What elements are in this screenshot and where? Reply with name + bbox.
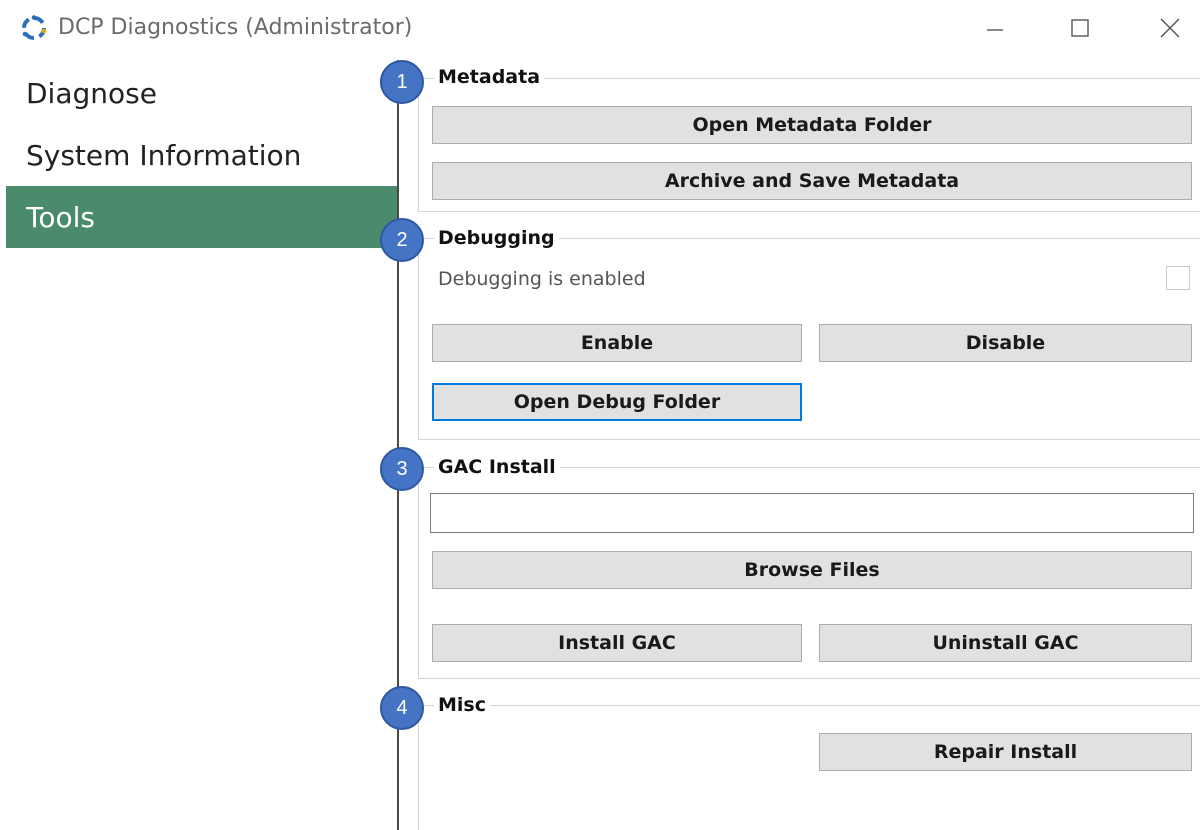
sidebar-item-system-information[interactable]: System Information	[6, 124, 397, 186]
gac-path-input[interactable]	[430, 493, 1194, 533]
step-badge-2: 2	[380, 218, 424, 262]
debugging-enabled-checkbox[interactable]	[1166, 266, 1190, 290]
disable-debugging-button[interactable]: Disable	[819, 324, 1192, 362]
browse-files-button[interactable]: Browse Files	[432, 551, 1192, 589]
open-debug-folder-button[interactable]: Open Debug Folder	[432, 383, 802, 421]
misc-group-title: Misc	[434, 694, 490, 716]
metadata-group: Metadata Open Metadata Folder Archive an…	[418, 66, 1200, 212]
metadata-group-title: Metadata	[434, 66, 545, 88]
close-button[interactable]	[1150, 12, 1190, 44]
enable-debugging-button[interactable]: Enable	[432, 324, 802, 362]
title-bar: DCP Diagnostics (Administrator)	[0, 0, 1200, 56]
maximize-button[interactable]	[1060, 12, 1100, 44]
gac-install-group: GAC Install Browse Files Install GAC Uni…	[418, 455, 1200, 679]
sidebar-item-diagnose[interactable]: Diagnose	[6, 62, 397, 124]
window-title: DCP Diagnostics (Administrator)	[58, 15, 413, 40]
debugging-group: Debugging Debugging is enabled Enable Di…	[418, 226, 1200, 440]
close-icon	[1160, 18, 1180, 38]
gac-install-group-title: GAC Install	[434, 456, 560, 478]
minimize-button[interactable]	[975, 12, 1015, 44]
uninstall-gac-button[interactable]: Uninstall GAC	[819, 624, 1192, 662]
debugging-status-label: Debugging is enabled	[438, 268, 646, 290]
maximize-icon	[1071, 19, 1089, 37]
sidebar-nav: Diagnose System Information Tools	[6, 62, 397, 248]
open-metadata-folder-button[interactable]: Open Metadata Folder	[432, 106, 1192, 144]
misc-group: Misc Repair Install	[418, 693, 1200, 830]
minimize-icon	[987, 29, 1003, 31]
app-logo-icon	[22, 15, 47, 40]
debugging-group-title: Debugging	[434, 227, 559, 249]
sidebar-item-tools[interactable]: Tools	[6, 186, 397, 248]
app-window: DCP Diagnostics (Administrator) Diagnose…	[0, 0, 1200, 830]
step-badge-4: 4	[380, 686, 424, 730]
archive-save-metadata-button[interactable]: Archive and Save Metadata	[432, 162, 1192, 200]
step-badge-1: 1	[380, 60, 424, 104]
step-badge-3: 3	[380, 447, 424, 491]
install-gac-button[interactable]: Install GAC	[432, 624, 802, 662]
repair-install-button[interactable]: Repair Install	[819, 733, 1192, 771]
